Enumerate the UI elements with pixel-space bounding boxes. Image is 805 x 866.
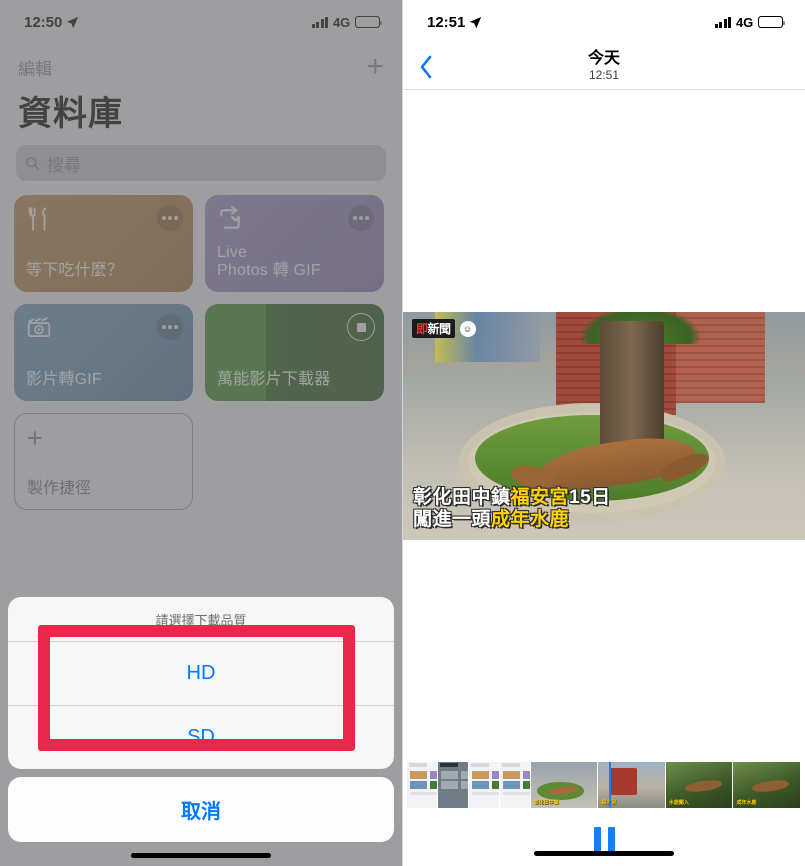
photos-title-group: 今天 12:51	[403, 50, 805, 84]
photos-nav-bar: 今天 12:51	[403, 44, 805, 90]
edit-button[interactable]: 編輯	[18, 55, 52, 80]
cancel-button[interactable]: 取消	[8, 777, 394, 842]
search-placeholder: 搜尋	[47, 155, 81, 175]
shortcut-tile-universal-video-downloader[interactable]: 萬能影片下載器	[205, 304, 384, 401]
location-arrow-icon	[67, 16, 79, 28]
search-icon	[26, 156, 40, 170]
status-bar-left: 12:50 4G	[0, 0, 402, 44]
action-sheet: 請選擇下載品質 HD SD 取消	[0, 597, 402, 866]
caption-plain-a: 彰化田中鎮	[413, 487, 511, 509]
shortcut-tiles-grid: 等下吃什麼？ Live Photos 轉 GIF 影片轉GIF 萬能影片下載器 …	[0, 181, 402, 510]
filmstrip-video-frame[interactable]: 彰化田中鎮	[530, 762, 599, 808]
filmstrip-frame-caption: 水鹿闖入	[668, 799, 689, 806]
shortcut-tile-label: Live Photos 轉 GIF	[217, 244, 372, 281]
stop-shortcut-button[interactable]	[347, 313, 375, 341]
playback-controls	[403, 808, 805, 866]
video-caption-line1: 彰化田中鎮福安宮15日	[413, 487, 611, 508]
filmstrip-video-frame[interactable]: 水鹿闖入	[665, 762, 734, 808]
filmstrip-video-frame[interactable]: 成年水鹿	[733, 762, 801, 808]
caption-highlight-b: 成年水鹿	[491, 508, 570, 530]
status-bar-time: 12:50	[24, 13, 63, 31]
status-bar-left-group: 12:50	[24, 14, 79, 31]
create-shortcut-label: 製作捷徑	[27, 480, 92, 497]
video-frame[interactable]: 即新聞 ☺ 彰化田中鎮福安宮15日 闖進一頭成年水鹿	[403, 312, 805, 540]
shortcut-tile-label-line2: Photos 轉 GIF	[217, 262, 321, 280]
shortcut-tile-label: 影片轉GIF	[26, 371, 102, 389]
news-logo-suffix: 新聞	[427, 322, 452, 336]
caption-highlight-a: 福安宮	[510, 487, 570, 509]
quality-option-hd[interactable]: HD	[8, 642, 394, 706]
status-bar-right-group: 4G	[714, 14, 786, 30]
shortcut-tile-label: 萬能影片下載器	[217, 371, 331, 389]
shortcut-tile-label-line1: Live	[217, 243, 248, 261]
smile-icon: ☺	[459, 320, 476, 337]
shortcut-menu-button[interactable]	[348, 205, 374, 231]
action-sheet-group: 請選擇下載品質 HD SD	[8, 597, 394, 769]
network-label: 4G	[333, 14, 350, 30]
home-indicator[interactable]	[131, 853, 271, 858]
shortcut-tile-live-photos-to-gif[interactable]: Live Photos 轉 GIF	[205, 195, 384, 292]
dual-screenshot-container: 12:50 4G 編輯 + 資料庫 搜尋 等下吃什麼？ Live Photos …	[0, 0, 805, 866]
running-indicator	[217, 315, 243, 341]
action-sheet-title: 請選擇下載品質	[8, 597, 394, 642]
battery-icon	[758, 16, 786, 28]
caption-plain-c: 闖進一頭	[413, 508, 492, 530]
right-phone-photos-app: 12:51 4G 今天 12:51 即新聞 ☺ 彰化田中鎮福安宮15日 闖進一頭…	[402, 0, 805, 866]
fork-knife-icon	[28, 207, 47, 231]
news-watermark: 即新聞 ☺	[412, 319, 476, 338]
status-bar-left-group: 12:51	[427, 14, 482, 31]
filmstrip-thumbnail[interactable]	[499, 762, 531, 808]
repeat-icon	[220, 206, 240, 229]
video-viewer-area[interactable]: 即新聞 ☺ 彰化田中鎮福安宮15日 闖進一頭成年水鹿	[403, 90, 805, 762]
status-bar-right: 12:51 4G	[403, 0, 805, 44]
pause-button[interactable]	[593, 827, 615, 853]
filmstrip-thumbnail[interactable]	[468, 762, 500, 808]
news-logo-text: 即新聞	[412, 319, 455, 338]
video-caption: 彰化田中鎮福安宮15日 闖進一頭成年水鹿	[413, 487, 611, 530]
home-indicator[interactable]	[534, 851, 674, 856]
signal-bars-icon	[311, 16, 329, 28]
filmstrip-frame-caption: 成年水鹿	[736, 799, 757, 806]
status-bar-time: 12:51	[427, 13, 466, 31]
news-logo-prefix: 即	[416, 322, 428, 336]
status-bar-right-group: 4G	[311, 14, 383, 30]
filmstrip-thumbnail[interactable]	[437, 762, 469, 808]
shortcut-tile-label: 等下吃什麼？	[26, 262, 124, 280]
signal-bars-icon	[714, 16, 732, 28]
plus-icon: +	[27, 423, 43, 453]
filmstrip-thumbnail[interactable]	[407, 762, 438, 808]
network-label: 4G	[736, 14, 753, 30]
shortcut-tile-video-to-gif[interactable]: 影片轉GIF	[14, 304, 193, 401]
caption-plain-b: 15日	[569, 487, 611, 509]
library-nav-row: 編輯 +	[0, 44, 402, 84]
shortcut-menu-button[interactable]	[157, 205, 183, 231]
photo-date-label: 今天	[587, 49, 620, 67]
shortcut-tile-food[interactable]: 等下吃什麼？	[14, 195, 193, 292]
video-caption-line2: 闖進一頭成年水鹿	[413, 509, 611, 530]
shortcut-menu-button[interactable]	[157, 314, 183, 340]
location-arrow-icon	[470, 16, 482, 28]
page-title: 資料庫	[18, 95, 123, 133]
playhead-indicator[interactable]	[609, 762, 611, 808]
filmstrip-scrubber[interactable]: 彰化田中鎮 福安宮 水鹿闖入 成年水鹿	[407, 762, 801, 808]
quality-option-sd[interactable]: SD	[8, 706, 394, 769]
search-input[interactable]: 搜尋	[16, 145, 386, 181]
add-shortcut-button[interactable]: +	[366, 52, 384, 82]
battery-icon	[355, 16, 383, 28]
left-phone-shortcuts-app: 12:50 4G 編輯 + 資料庫 搜尋 等下吃什麼？ Live Photos …	[0, 0, 402, 866]
filmstrip-frame-caption: 彰化田中鎮	[533, 799, 559, 806]
create-shortcut-tile[interactable]: + 製作捷徑	[14, 413, 193, 510]
clapperboard-play-icon	[27, 317, 51, 338]
photo-time-label: 12:51	[588, 67, 620, 82]
